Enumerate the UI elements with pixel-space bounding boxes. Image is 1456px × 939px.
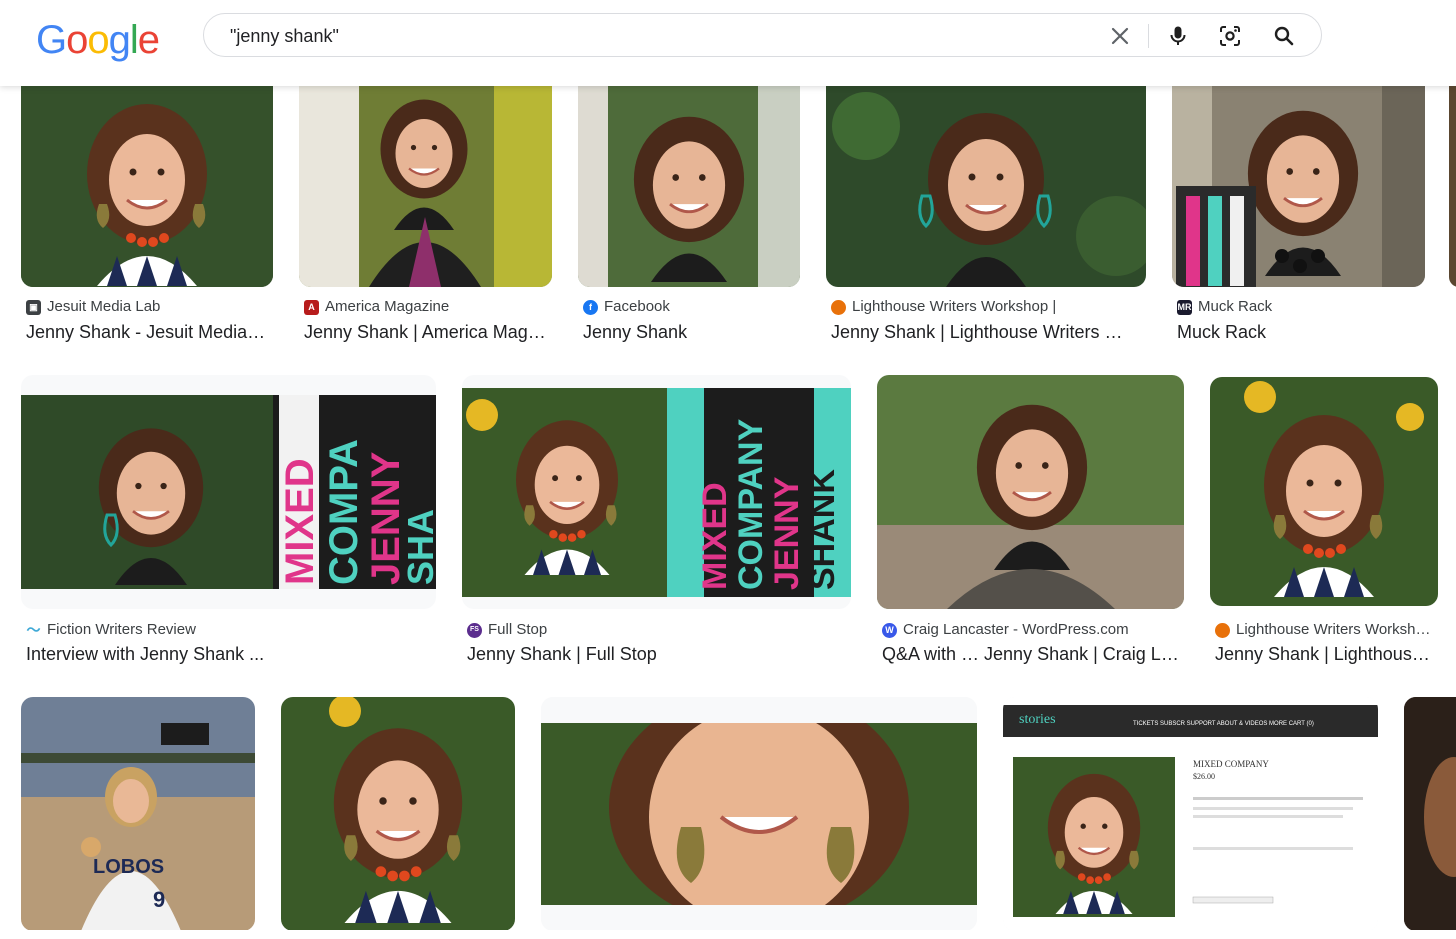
result-title[interactable]: Jenny Shank | America Magazine (304, 321, 548, 343)
full-stop-favicon-icon: FS (467, 622, 482, 638)
wordpress-favicon-icon: W (882, 622, 897, 638)
source-label: Lighthouse Writers Workshop (1236, 621, 1432, 638)
result-source[interactable]: Lighthouse Writers Workshop | (831, 298, 1056, 316)
clear-icon[interactable] (1108, 24, 1132, 48)
svg-text:LOBOS: LOBOS (93, 856, 164, 878)
source-label: Fiction Writers Review (47, 621, 196, 638)
result-thumbnail[interactable] (578, 86, 800, 287)
jesuit-media-lab-favicon-icon: ▣ (26, 299, 41, 315)
svg-text:stories: stories (1019, 712, 1056, 727)
result-thumbnail-partial[interactable] (1404, 697, 1456, 931)
svg-text:MIXED: MIXED (696, 482, 734, 590)
result-title[interactable]: Muck Rack (1177, 321, 1421, 343)
result-thumbnail[interactable]: MIXED COMPA JENNY SHA (21, 375, 436, 609)
source-label: Muck Rack (1198, 298, 1273, 315)
result-title[interactable]: Jenny Shank | Full Stop (467, 643, 847, 665)
svg-text:9: 9 (153, 887, 165, 912)
result-thumbnail[interactable] (877, 375, 1184, 609)
result-title[interactable]: Q&A with … Jenny Shank | Craig Lancaster (882, 643, 1180, 665)
result-title[interactable]: Jenny Shank | Lighthouse Writers Worksho… (831, 321, 1139, 343)
facebook-favicon-icon: f (583, 299, 598, 315)
source-label: Facebook (604, 298, 670, 315)
google-logo[interactable]: Google (36, 16, 160, 64)
svg-text:TICKETS SUBSCR SUPPORT: TICKETS SUBSCR SUPPORT ABOUT & VIDEOS MO… (1133, 721, 1314, 727)
source-label: Lighthouse Writers Workshop | (852, 298, 1057, 315)
result-thumbnail[interactable] (299, 86, 552, 287)
source-label: America Magazine (325, 298, 450, 315)
source-label: Craig Lancaster - WordPress.com (903, 621, 1129, 638)
svg-text:MIXED: MIXED (278, 458, 322, 585)
result-title[interactable]: Jenny Shank (583, 321, 797, 343)
camera-lens-icon[interactable] (1218, 24, 1242, 48)
logo-letter: G (36, 18, 67, 62)
result-title[interactable]: Jenny Shank | Lighthouse Writers Worksho… (1215, 643, 1435, 665)
svg-text:COMPANY: COMPANY (732, 418, 770, 590)
result-source[interactable]: A America Magazine (304, 298, 449, 316)
result-thumbnail[interactable] (826, 86, 1146, 287)
result-title[interactable]: Interview with Jenny Shank ... (26, 643, 431, 665)
svg-text:SHANK: SHANK (804, 469, 842, 590)
result-source[interactable]: Lighthouse Writers Workshop (1215, 621, 1432, 639)
logo-letter: l (129, 18, 139, 62)
source-label: Jesuit Media Lab (47, 298, 161, 315)
result-source[interactable]: FS Full Stop (467, 621, 547, 639)
search-header: Google "jenny shank" (0, 0, 1456, 86)
america-magazine-favicon-icon: A (304, 299, 319, 315)
result-thumbnail[interactable] (281, 697, 515, 931)
muck-rack-favicon-icon: MR (1177, 299, 1192, 315)
result-source[interactable]: MR Muck Rack (1177, 298, 1272, 316)
result-source[interactable]: ▣ Jesuit Media Lab (26, 298, 160, 316)
search-box[interactable]: "jenny shank" (203, 13, 1322, 57)
result-thumbnail[interactable]: stories TICKETS SUBSCR SUPPORT ABOUT & VI… (1003, 697, 1378, 931)
logo-letter: g (108, 18, 131, 62)
result-thumbnail[interactable] (1210, 377, 1438, 606)
microphone-icon[interactable] (1166, 24, 1190, 48)
result-thumbnail[interactable]: LOBOS 9 (21, 697, 255, 931)
result-source[interactable]: f Facebook (583, 298, 670, 316)
lighthouse-favicon-icon (1215, 622, 1230, 638)
search-input[interactable]: "jenny shank" (230, 25, 339, 47)
lighthouse-favicon-icon (831, 299, 846, 315)
result-thumbnail-partial[interactable] (1449, 86, 1456, 287)
svg-text:SHA: SHA (400, 509, 436, 585)
result-thumbnail[interactable] (541, 697, 977, 931)
logo-letter: o (66, 18, 88, 62)
search-icon[interactable] (1272, 24, 1296, 48)
result-title[interactable]: Jenny Shank - Jesuit Media Lab (26, 321, 270, 343)
svg-text:MIXED COMPANY: MIXED COMPANY (1193, 759, 1269, 769)
svg-text:COMPA: COMPA (322, 439, 366, 585)
svg-text:$26.00: $26.00 (1193, 772, 1215, 781)
logo-letter: o (87, 18, 109, 62)
result-source[interactable]: 〜 Fiction Writers Review (26, 621, 196, 639)
logo-letter: e (137, 18, 160, 62)
viewport-edge (0, 930, 1456, 939)
source-label: Full Stop (488, 621, 548, 638)
result-thumbnail[interactable] (21, 86, 273, 287)
svg-text:JENNY: JENNY (768, 476, 806, 590)
result-thumbnail[interactable]: MIXED COMPANY JENNY SHANK (462, 375, 851, 609)
search-divider (1148, 24, 1149, 48)
result-thumbnail[interactable] (1172, 86, 1425, 287)
fiction-writers-review-favicon-icon: 〜 (26, 622, 41, 638)
result-source[interactable]: W Craig Lancaster - WordPress.com (882, 621, 1129, 639)
